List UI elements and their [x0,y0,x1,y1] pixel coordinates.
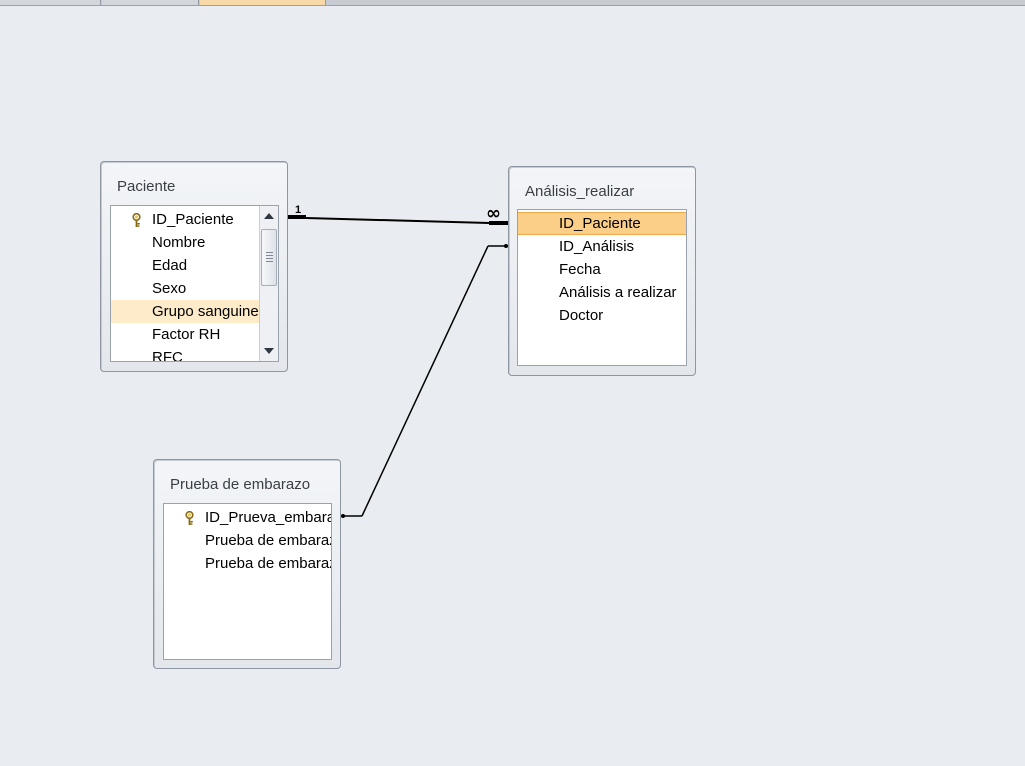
scrollbar-thumb[interactable] [261,229,277,286]
field-name: Doctor [559,307,604,324]
field-name: ID_Prueva_embarazo [205,509,331,526]
relationship-many-label: ∞ [486,203,501,224]
relationship-line-prueba-analisis[interactable] [341,244,508,518]
field-row[interactable]: ID_Prueva_embarazo [164,506,331,529]
field-list: ID_Prueva_embarazo Prueba de embarazo Pr… [163,503,332,660]
relationship-line-paciente-analisis[interactable] [288,215,508,225]
table-prueba-de-embarazo[interactable]: Prueba de embarazo ID_Prueva_embarazo Pr… [153,459,341,669]
table-title[interactable]: Paciente [117,178,175,195]
field-row[interactable]: Factor RH [111,323,259,346]
field-row[interactable]: Prueba de embarazo [164,552,331,575]
field-row[interactable]: Prueba de embarazo [164,529,331,552]
field-row[interactable]: RFC [111,346,259,362]
field-list: ID_Paciente Nombre Edad Sexo Grupo sangu… [110,205,279,362]
field-name: Edad [152,257,188,274]
field-row-highlighted[interactable]: Grupo sanguineo [111,300,259,323]
field-row[interactable]: Sexo [111,277,259,300]
table-analisis-realizar[interactable]: Análisis_realizar ID_Paciente ID_Análisi… [508,166,696,376]
vertical-scrollbar[interactable] [259,206,278,361]
field-row[interactable]: Doctor [518,304,686,327]
key-icon [131,212,142,227]
key-icon [184,510,195,525]
field-row[interactable]: Edad [111,254,259,277]
relationship-one-label: 1 [295,204,301,216]
field-name: RFC [152,349,183,362]
scroll-down-arrow-icon[interactable] [261,342,277,360]
field-row[interactable]: Análisis a realizar [518,281,686,304]
field-row[interactable]: ID_Paciente [111,208,259,231]
table-paciente[interactable]: Paciente ID_Paciente Nombre Edad Sexo Gr… [100,161,288,372]
field-name: Prueba de embarazo [205,555,331,572]
scroll-up-arrow-icon[interactable] [261,207,277,225]
table-title[interactable]: Análisis_realizar [525,183,634,200]
field-list: ID_Paciente ID_Análisis Fecha Análisis a… [517,209,687,366]
field-name: Grupo sanguineo [152,303,259,320]
field-name: Fecha [559,261,601,278]
field-row-selected[interactable]: ID_Paciente [518,212,686,235]
field-row[interactable]: Fecha [518,258,686,281]
field-name: Nombre [152,234,206,251]
field-name: Prueba de embarazo [205,532,331,549]
field-name: Factor RH [152,326,221,343]
field-name: Análisis a realizar [559,284,677,301]
field-name: ID_Análisis [559,238,635,255]
field-name: ID_Paciente [559,215,641,232]
field-row[interactable]: Nombre [111,231,259,254]
table-title[interactable]: Prueba de embarazo [170,476,310,493]
field-row[interactable]: ID_Análisis [518,235,686,258]
field-name: ID_Paciente [152,211,234,228]
field-name: Sexo [152,280,187,297]
